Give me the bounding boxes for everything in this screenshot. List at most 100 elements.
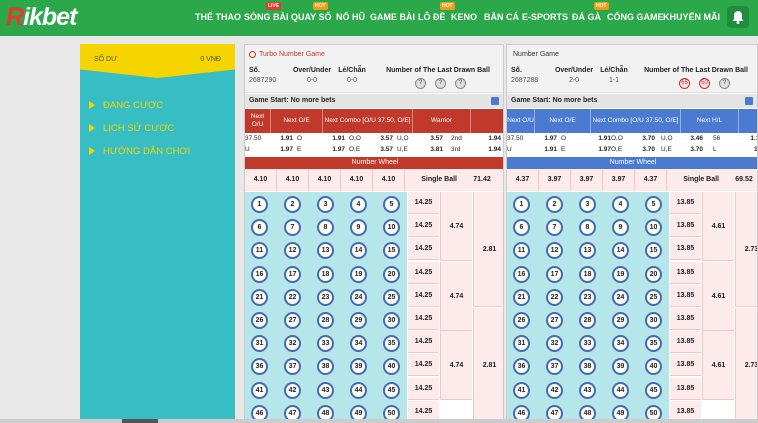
- number-ball[interactable]: 3: [579, 196, 596, 213]
- half-odds[interactable]: 2.73: [735, 192, 757, 307]
- number-ball[interactable]: 19: [350, 265, 367, 283]
- number-ball[interactable]: 41: [251, 381, 268, 399]
- number-ball[interactable]: 16: [513, 265, 530, 283]
- refresh-icon[interactable]: [745, 97, 753, 105]
- nav-item[interactable]: NỔ HŨ: [336, 12, 365, 22]
- row-odds[interactable]: 14.25: [408, 261, 439, 284]
- number-ball[interactable]: 20: [383, 265, 400, 283]
- number-ball[interactable]: 30: [383, 312, 400, 329]
- number-ball[interactable]: 27: [546, 312, 563, 329]
- number-wheel-odds[interactable]: 4.10: [245, 169, 277, 191]
- number-ball[interactable]: 1: [251, 196, 268, 213]
- number-ball[interactable]: 3: [317, 196, 334, 213]
- odds-value[interactable]: 1.91: [591, 135, 611, 142]
- sidebar-item-huong-dan-choi[interactable]: HƯỚNG DẪN CHƠI: [89, 146, 190, 157]
- group-odds[interactable]: 4.74: [440, 261, 472, 331]
- number-ball[interactable]: 22: [284, 288, 301, 306]
- odds-value[interactable]: 1.97: [537, 135, 557, 142]
- odds-value[interactable]: 1.94: [477, 135, 501, 142]
- row-odds[interactable]: 13.85: [670, 261, 701, 284]
- number-ball[interactable]: 19: [612, 265, 629, 283]
- odds-value[interactable]: 1.97: [273, 146, 293, 153]
- scrollbar-thumb[interactable]: [122, 419, 158, 423]
- odds-value[interactable]: 1.91: [325, 135, 345, 142]
- group-odds[interactable]: 4.61: [702, 261, 734, 331]
- nav-item[interactable]: GAME BÀI: [370, 12, 415, 22]
- number-ball[interactable]: 28: [317, 312, 334, 329]
- nav-item[interactable]: CỔNG GAME: [607, 12, 664, 22]
- number-ball[interactable]: 24: [612, 288, 629, 306]
- number-ball[interactable]: 44: [350, 381, 367, 399]
- number-ball[interactable]: 45: [383, 381, 400, 399]
- number-ball[interactable]: 23: [317, 288, 334, 306]
- number-ball[interactable]: 17: [284, 265, 301, 283]
- odds-value[interactable]: 3.81: [427, 146, 443, 153]
- number-ball[interactable]: 42: [546, 381, 563, 399]
- nav-item[interactable]: SÒNG BÀI: [244, 12, 289, 22]
- number-wheel-odds[interactable]: 3.97: [539, 169, 571, 191]
- number-ball[interactable]: 25: [645, 288, 662, 306]
- logo[interactable]: Rikbet: [6, 3, 77, 32]
- number-ball[interactable]: 22: [546, 288, 563, 306]
- row-odds[interactable]: 14.25: [408, 192, 439, 214]
- group-odds[interactable]: 4.61: [702, 331, 734, 401]
- number-ball[interactable]: 43: [317, 381, 334, 399]
- row-odds[interactable]: 14.25: [408, 215, 439, 238]
- odds-value[interactable]: 1.97: [325, 146, 345, 153]
- number-ball[interactable]: 4: [612, 196, 629, 213]
- single-ball-odds[interactable]: 71.42: [463, 169, 501, 191]
- row-odds[interactable]: 14.25: [408, 331, 439, 354]
- number-wheel-odds[interactable]: 4.37: [635, 169, 667, 191]
- sidebar-item-lich-su-cuoc[interactable]: LỊCH SỬ CƯỢC: [89, 123, 174, 134]
- number-ball[interactable]: 23: [579, 288, 596, 306]
- half-odds[interactable]: 2.73: [735, 308, 757, 422]
- half-odds[interactable]: 2.81: [473, 192, 503, 307]
- nav-item[interactable]: ĐÁ GÀ: [572, 12, 601, 22]
- row-odds[interactable]: 13.85: [670, 308, 701, 330]
- odds-value[interactable]: 1.91: [537, 146, 557, 153]
- odds-value[interactable]: 3.70: [687, 146, 703, 153]
- number-wheel-odds[interactable]: 4.10: [277, 169, 309, 191]
- nav-item[interactable]: KHUYẾN MÃI: [663, 12, 720, 22]
- number-ball[interactable]: 43: [579, 381, 596, 399]
- odds-value[interactable]: 3.57: [377, 135, 393, 142]
- odds-value[interactable]: 1.2: [739, 146, 757, 153]
- number-ball[interactable]: 25: [383, 288, 400, 306]
- number-ball[interactable]: 21: [513, 288, 530, 306]
- row-odds[interactable]: 14.25: [408, 354, 439, 377]
- number-wheel-odds[interactable]: 3.97: [571, 169, 603, 191]
- nav-item[interactable]: KENO: [451, 12, 477, 22]
- nav-item[interactable]: BẮN CÁ: [484, 12, 519, 22]
- number-wheel-odds[interactable]: 4.10: [373, 169, 405, 191]
- number-ball[interactable]: 30: [645, 312, 662, 329]
- number-wheel-odds[interactable]: 4.10: [341, 169, 373, 191]
- row-odds[interactable]: 13.85: [670, 377, 701, 400]
- number-ball[interactable]: 29: [350, 312, 367, 329]
- row-odds[interactable]: 13.85: [670, 192, 701, 214]
- number-ball[interactable]: 4: [350, 196, 367, 213]
- number-wheel-odds[interactable]: 4.10: [309, 169, 341, 191]
- number-ball[interactable]: 28: [579, 312, 596, 329]
- odds-value[interactable]: 3.57: [377, 146, 393, 153]
- refresh-icon[interactable]: [491, 97, 499, 105]
- number-ball[interactable]: 16: [251, 265, 268, 283]
- row-odds[interactable]: 13.85: [670, 331, 701, 354]
- odds-value[interactable]: 3.70: [639, 135, 655, 142]
- nav-item[interactable]: E-SPORTS: [522, 12, 568, 22]
- row-odds[interactable]: 14.25: [408, 284, 439, 307]
- odds-value[interactable]: 3.57: [427, 135, 443, 142]
- bell-icon[interactable]: [727, 6, 749, 28]
- sidebar-item-dang-cuoc[interactable]: ĐANG CƯỢC: [89, 100, 163, 111]
- row-odds[interactable]: 13.85: [670, 354, 701, 377]
- number-ball[interactable]: 18: [317, 265, 334, 283]
- nav-item[interactable]: QUAY SỐ: [291, 12, 332, 22]
- nav-item[interactable]: LÔ ĐỀ: [418, 12, 446, 22]
- horizontal-scrollbar[interactable]: [0, 419, 758, 423]
- number-ball[interactable]: 21: [251, 288, 268, 306]
- nav-item[interactable]: THỂ THAO: [195, 12, 241, 22]
- group-odds[interactable]: 4.74: [440, 192, 472, 261]
- number-ball[interactable]: 26: [251, 312, 268, 329]
- number-ball[interactable]: 45: [645, 381, 662, 399]
- number-ball[interactable]: 27: [284, 312, 301, 329]
- odds-value[interactable]: 1.97: [591, 146, 611, 153]
